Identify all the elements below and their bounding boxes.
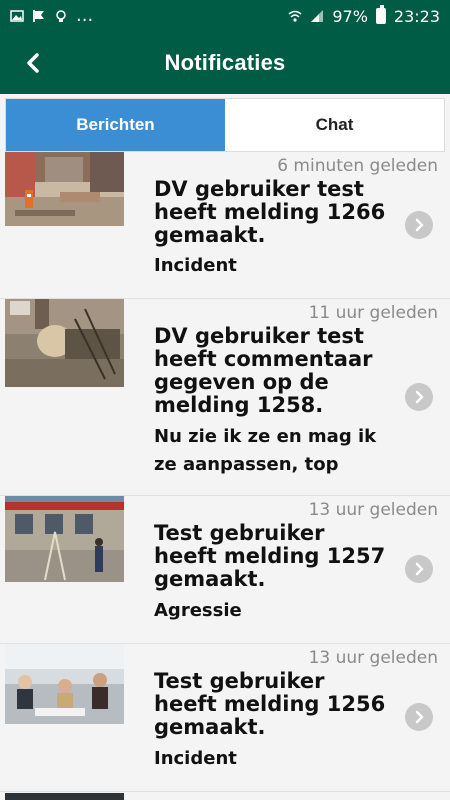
chevron-right-icon [415,562,424,576]
notification-timestamp: 13 uur geleden [308,648,438,668]
wifi-icon [288,10,302,22]
notification-timestamp: 11 uur geleden [308,303,438,323]
notification-item[interactable]: 11 uur geleden DV gebruiker test heeft c… [0,299,450,496]
open-notification-button[interactable] [405,703,433,731]
page-title: Notificaties [164,50,286,75]
notification-thumbnail [5,152,124,226]
battery-icon [375,5,386,24]
next-notification-thumbnail [5,793,124,800]
status-right: 97% 23:23 [288,5,440,26]
office-photo-image [5,644,124,724]
status-left: ... [10,5,94,26]
status-bar: ... 97% 23:23 [0,0,450,32]
battery-percentage: 97% [332,6,368,26]
signal-icon [311,10,324,22]
notification-title: DV gebruiker test heeft melding 1266 gem… [154,177,386,247]
notification-thumbnail [5,299,124,387]
more-notifications-indicator: ... [76,5,94,26]
open-notification-button[interactable] [405,383,433,411]
open-notification-button[interactable] [405,211,433,239]
notification-title: Test gebruiker heeft melding 1256 gemaak… [154,669,386,739]
notification-subtitle: Nu zie ik ze en mag ik ze aanpassen, top [154,426,377,475]
notification-item[interactable]: 13 uur geleden Test gebruiker heeft meld… [0,496,450,644]
notification-list: 6 minuten geleden DV gebruiker test heef… [0,152,450,792]
open-notification-button[interactable] [405,555,433,583]
back-button[interactable] [18,48,48,78]
chevron-right-icon [415,710,424,724]
chevron-right-icon [415,390,424,404]
tab-chat[interactable]: Chat [225,99,444,151]
building-photo-image [5,496,124,582]
notification-thumbnail [5,496,124,582]
notification-item[interactable]: 13 uur geleden Test gebruiker heeft meld… [0,644,450,792]
notification-subtitle: Incident [154,748,237,769]
app-bar: Notificaties [0,32,450,94]
notification-timestamp: 6 minuten geleden [277,156,438,176]
notification-subtitle: Incident [154,255,237,276]
chevron-left-icon [27,53,39,73]
tab-berichten[interactable]: Berichten [6,99,225,151]
notification-item[interactable]: 6 minuten geleden DV gebruiker test heef… [0,152,450,299]
notification-timestamp: 13 uur geleden [308,500,438,520]
notification-title: DV gebruiker test heeft commentaar gegev… [154,324,373,417]
notification-title: Test gebruiker heeft melding 1257 gemaak… [154,521,386,591]
construction-photo-image [5,299,124,387]
tab-bar: Berichten Chat [5,98,445,152]
flag-icon [33,10,44,22]
lightbulb-icon [56,10,66,22]
chevron-right-icon [415,218,424,232]
image-icon [10,10,24,22]
notification-subtitle: Agressie [154,600,242,621]
street-photo-image [5,152,124,226]
clock: 23:23 [393,6,440,26]
notification-thumbnail [5,644,124,724]
